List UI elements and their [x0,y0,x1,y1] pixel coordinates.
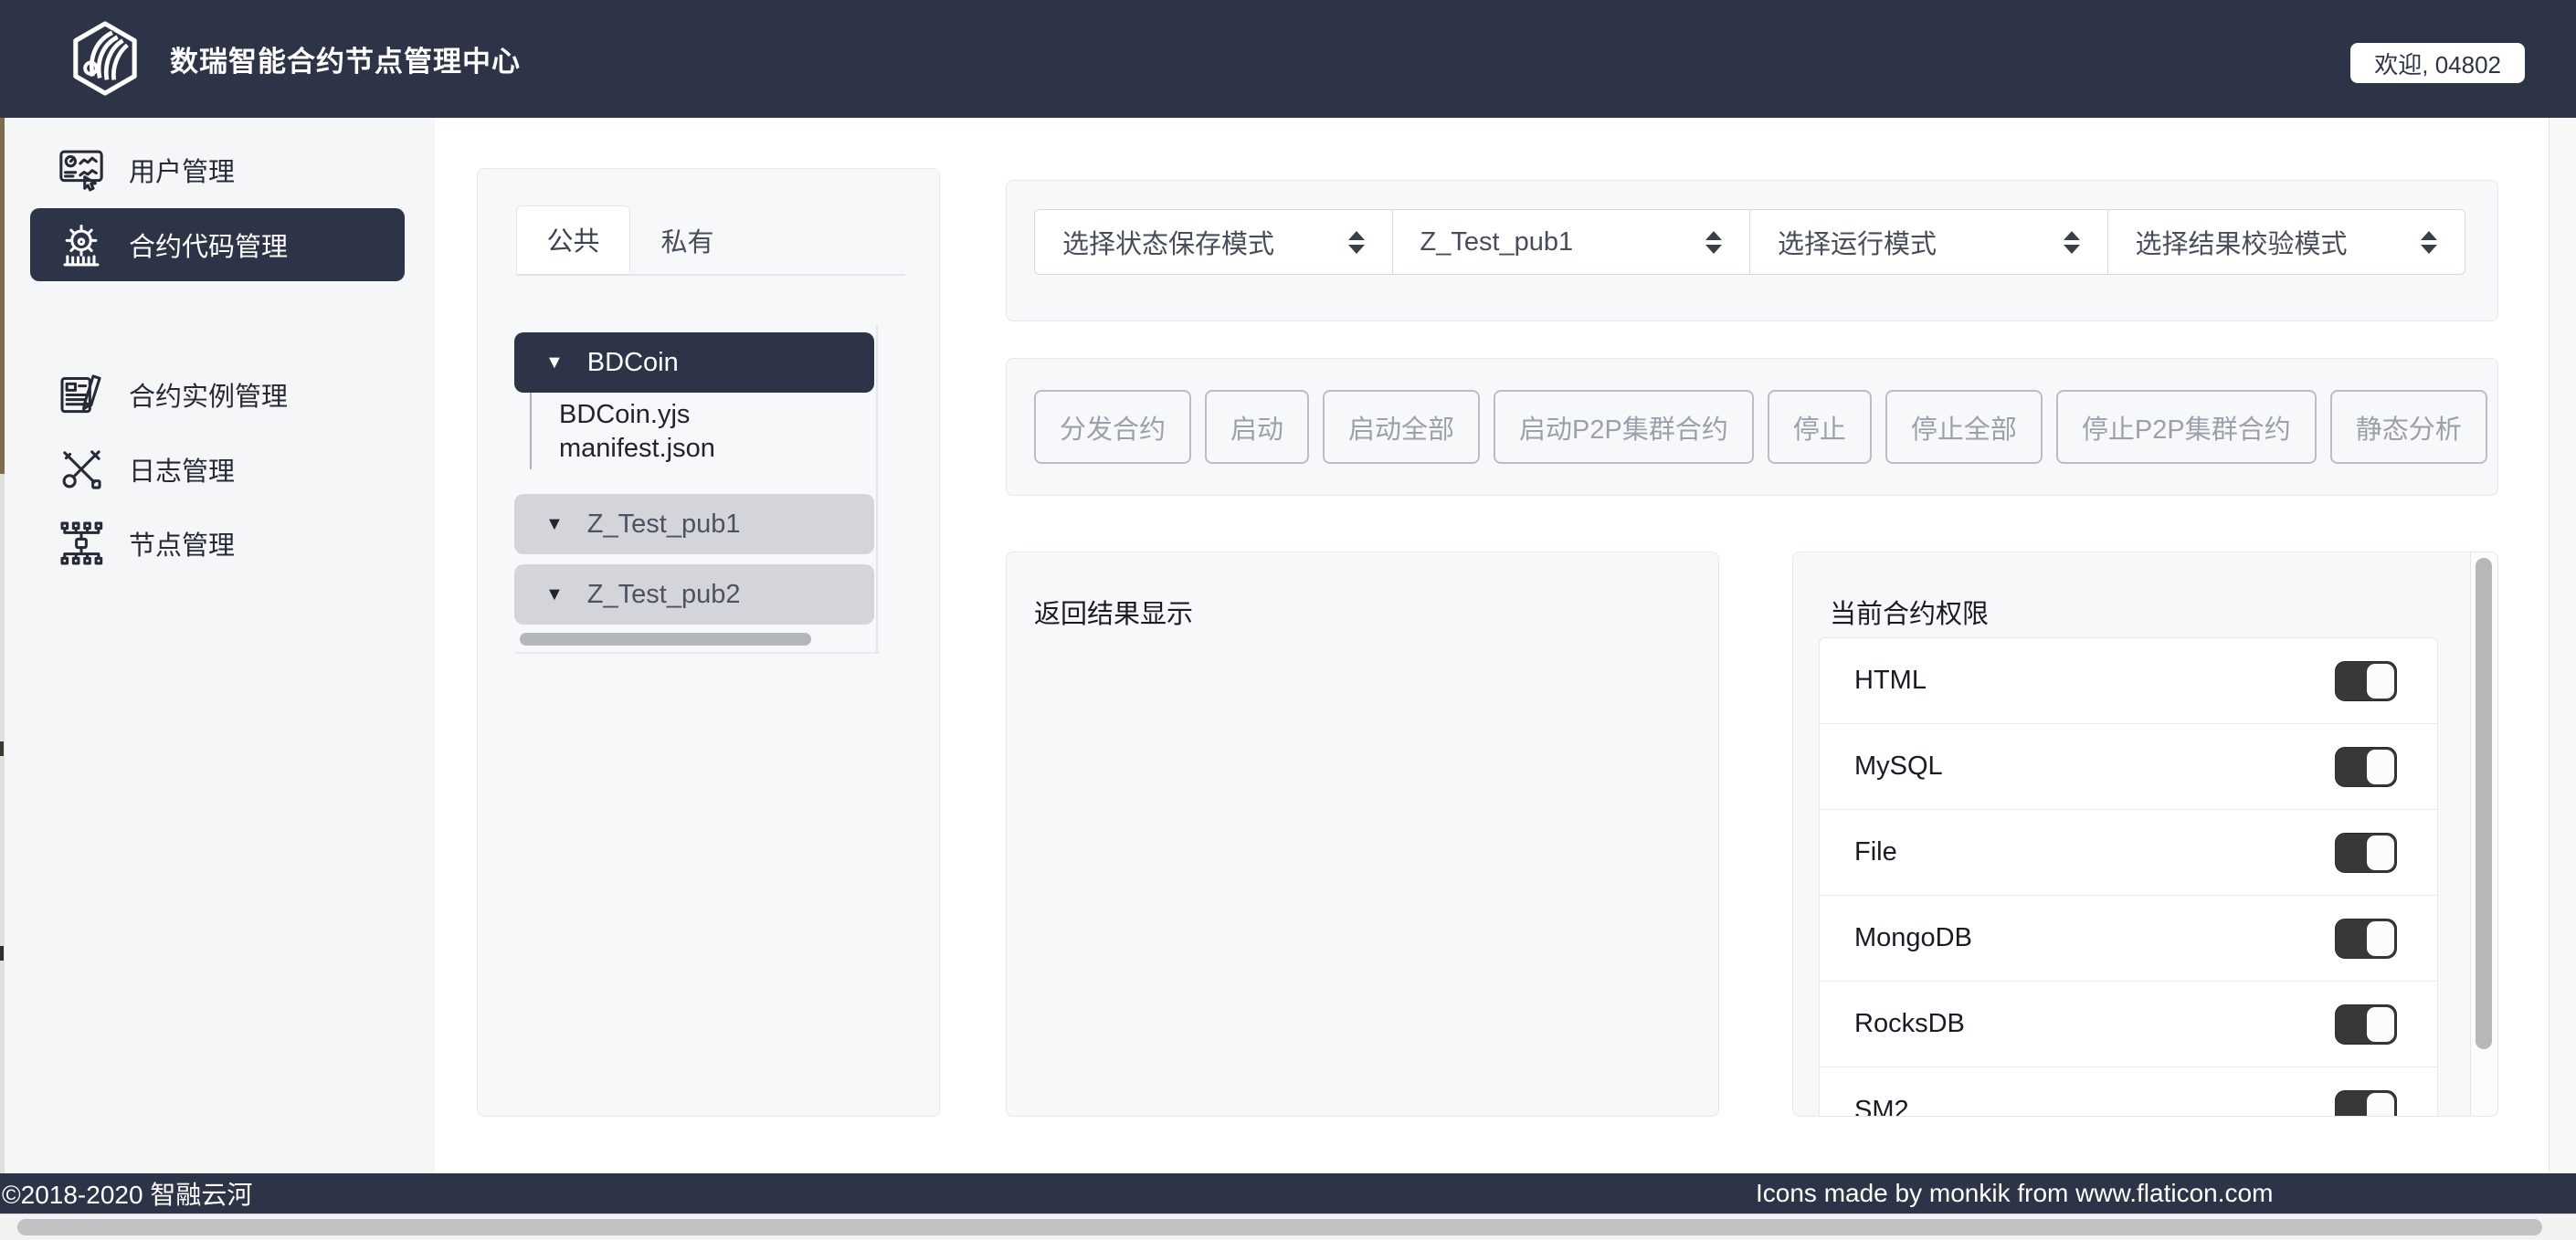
horizontal-scrollbar-thumb[interactable] [17,1219,2542,1235]
permissions-panel: 当前合约权限 HTML MySQL File MongoDB RocksDB [1792,552,2498,1117]
copyright-text: ©2018-2020 智融云河 [2,1173,252,1214]
left-edge-artifact [0,474,5,1173]
start-p2p-cluster-button[interactable]: 启动P2P集群合约 [1494,390,1754,464]
sidebar-item-user-management[interactable]: 用户管理 [30,132,405,207]
user-management-icon [56,144,107,195]
contract-explorer-panel: 公共 私有 ▼ BDCoin BDCoin.yjs manifest.json … [477,168,940,1117]
log-management-icon [56,444,107,495]
distribute-contract-button[interactable]: 分发合约 [1034,390,1191,464]
result-verify-mode-select[interactable]: 选择结果校验模式 [2107,210,2465,274]
tree-node-ztest-pub1[interactable]: ▼ Z_Test_pub1 [514,494,874,554]
window-horizontal-scrollbar[interactable] [0,1214,2576,1240]
file-permission-toggle[interactable] [2335,833,2397,873]
tree-node-label: Z_Test_pub1 [587,510,741,540]
stop-p2p-cluster-button[interactable]: 停止P2P集群合约 [2056,390,2317,464]
sidebar-item-log-management[interactable]: 日志管理 [30,432,405,507]
permission-row-mysql: MySQL [1820,724,2437,810]
icons-credit-text: Icons made by monkik from www.flaticon.c… [1756,1173,2273,1214]
permissions-scrollbar-track [2470,552,2497,1116]
start-button[interactable]: 启动 [1205,390,1309,464]
explorer-tabs: 公共 私有 [516,205,905,276]
page-title: 数瑞智能合约节点管理中心 [170,0,521,118]
result-panel-title: 返回结果显示 [1034,593,1193,631]
caret-down-icon: ▼ [545,353,564,372]
select-arrows-icon [1348,231,1365,254]
sidebar-item-label: 用户管理 [129,151,235,189]
app-logo-icon [69,18,141,99]
tree-file-bdcoin-yjs[interactable]: BDCoin.yjs [559,400,690,430]
result-panel: 返回结果显示 [1006,552,1719,1117]
sidebar-item-label: 合约实例管理 [129,375,288,414]
window-vertical-scrollbar[interactable] [2549,118,2576,1173]
left-edge-artifact [0,946,4,961]
permission-row-html: HTML [1820,638,2437,724]
left-edge-artifact [0,741,4,756]
tree-node-ztest-pub2[interactable]: ▼ Z_Test_pub2 [514,564,874,625]
app-window: 数瑞智能合约节点管理中心 欢迎, 04802 用户管理 合约代码 [0,0,2576,1240]
static-analysis-button[interactable]: 静态分析 [2330,390,2487,464]
select-arrows-icon [2421,231,2437,254]
tree-node-label: Z_Test_pub2 [587,580,741,610]
sidebar-item-label: 合约代码管理 [129,226,288,264]
footer-bar: ©2018-2020 智融云河 Icons made by monkik fro… [0,1173,2576,1214]
select-arrows-icon [1705,231,1722,254]
permission-row-mongodb: MongoDB [1820,896,2437,982]
state-save-mode-select[interactable]: 选择状态保存模式 [1035,210,1392,274]
permissions-scrollbar-thumb[interactable] [2476,558,2492,1049]
contract-select[interactable]: Z_Test_pub1 [1392,210,1750,274]
select-arrows-icon [2064,231,2080,254]
permission-row-rocksdb: RocksDB [1820,982,2437,1067]
run-mode-select[interactable]: 选择运行模式 [1749,210,2107,274]
mysql-permission-toggle[interactable] [2335,747,2397,787]
rocksdb-permission-toggle[interactable] [2335,1004,2397,1045]
contract-instance-icon [56,369,107,420]
tree-file-manifest-json[interactable]: manifest.json [559,434,715,464]
permissions-list: HTML MySQL File MongoDB RocksDB SM2 [1819,637,2438,1117]
stop-button[interactable]: 停止 [1768,390,1872,464]
mode-select-group: 选择状态保存模式 Z_Test_pub1 选择运行模式 选择结果校验模式 [1034,209,2465,275]
caret-down-icon: ▼ [545,515,564,533]
tree-scrollbar-track [876,325,878,652]
node-management-icon [56,518,107,569]
toggle-knob [2367,921,2394,956]
tab-private[interactable]: 私有 [630,205,744,274]
permission-row-file: File [1820,810,2437,896]
tree-divider [514,652,880,654]
toggle-knob [2367,835,2394,870]
stop-all-button[interactable]: 停止全部 [1885,390,2043,464]
mode-select-panel: 选择状态保存模式 Z_Test_pub1 选择运行模式 选择结果校验模式 [1006,180,2498,321]
sidebar-item-contract-instance[interactable]: 合约实例管理 [30,357,405,432]
toggle-knob [2367,1093,2394,1117]
tab-public[interactable]: 公共 [516,205,630,274]
permissions-panel-title: 当前合约权限 [1830,593,1989,631]
tree-node-label: BDCoin [587,348,679,378]
contract-code-icon [56,219,107,270]
toggle-knob [2367,664,2394,699]
toggle-knob [2367,1007,2394,1042]
sidebar-item-contract-code[interactable]: 合约代码管理 [30,208,405,281]
sidebar-item-label: 日志管理 [129,450,235,489]
start-all-button[interactable]: 启动全部 [1323,390,1480,464]
tree-node-bdcoin[interactable]: ▼ BDCoin [514,332,874,393]
contract-actions-panel: 分发合约 启动 启动全部 启动P2P集群合约 停止 停止全部 停止P2P集群合约… [1006,358,2498,496]
tree-horizontal-scrollbar[interactable] [520,633,811,646]
left-edge-artifact [0,118,5,474]
sidebar-item-node-management[interactable]: 节点管理 [30,506,405,581]
sidebar: 用户管理 合约代码管理 合约实例管理 [0,118,435,1173]
sidebar-item-label: 节点管理 [129,524,235,562]
toggle-knob [2367,750,2394,784]
welcome-user-button[interactable]: 欢迎, 04802 [2350,43,2525,83]
mongodb-permission-toggle[interactable] [2335,919,2397,959]
tree-indent-guide [530,393,532,469]
sm2-permission-toggle[interactable] [2335,1090,2397,1117]
top-bar: 数瑞智能合约节点管理中心 欢迎, 04802 [0,0,2576,118]
permission-row-sm2: SM2 [1820,1067,2437,1117]
html-permission-toggle[interactable] [2335,661,2397,701]
caret-down-icon: ▼ [545,585,564,604]
